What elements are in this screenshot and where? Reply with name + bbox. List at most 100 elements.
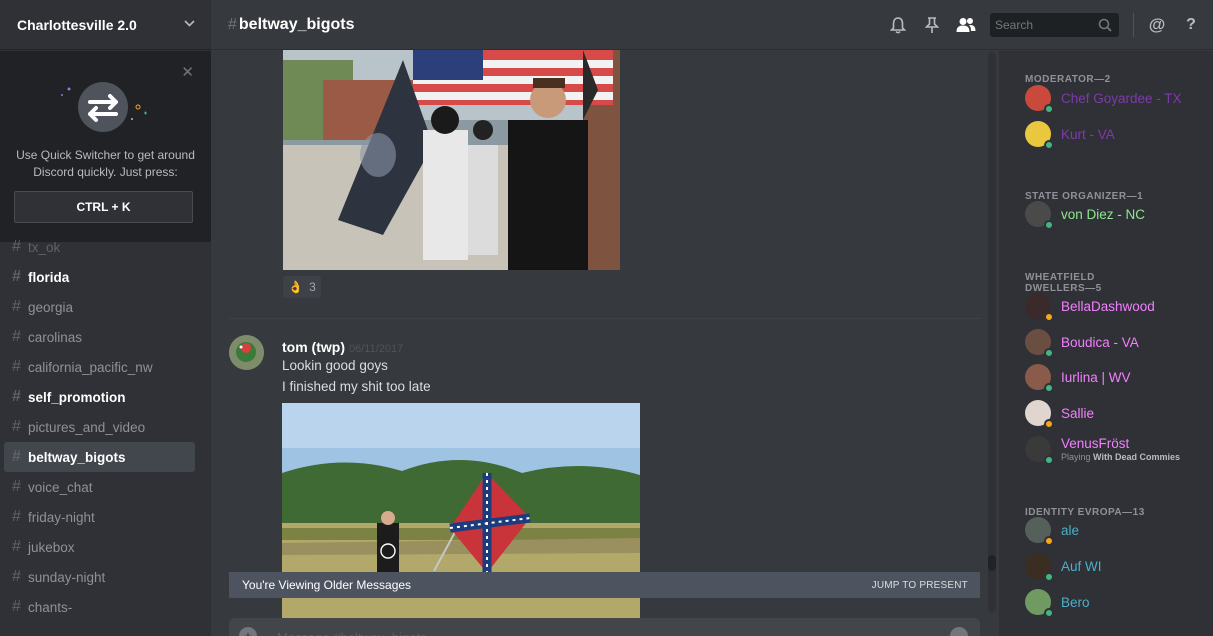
members-icon[interactable]	[956, 15, 976, 35]
member-name[interactable]: Boudica - VA	[1061, 335, 1139, 350]
member-name[interactable]: Sallie	[1061, 406, 1094, 421]
hash-icon: #	[12, 268, 21, 285]
channel-label: beltway_bigots	[28, 449, 126, 465]
member-item[interactable]: Sallie	[1025, 398, 1094, 429]
avatar[interactable]	[1025, 85, 1054, 114]
channel-item-voice-chat[interactable]: # voice_chat	[4, 472, 195, 502]
quick-switcher-tip: ✕ Use Quick Switcher to get around Disco…	[0, 51, 211, 242]
avatar[interactable]	[229, 335, 264, 370]
close-icon[interactable]: ✕	[181, 63, 194, 81]
member-name[interactable]: von Diez - NC	[1061, 207, 1145, 222]
message-input[interactable]	[277, 624, 927, 636]
member-item[interactable]: VenusFröst Playing With Dead Commies	[1025, 434, 1180, 465]
member-name[interactable]: Bero	[1061, 595, 1090, 610]
channel-item-georgia[interactable]: # georgia	[4, 292, 195, 322]
reaction-ok[interactable]: 👌 3	[283, 276, 321, 298]
help-icon[interactable]: ?	[1181, 15, 1201, 35]
channel-item-chants[interactable]: # chants-	[4, 592, 195, 622]
scrollbar-thumb[interactable]	[988, 555, 996, 571]
member-item[interactable]: Boudica - VA	[1025, 327, 1139, 358]
member-name[interactable]: Auf WI	[1061, 559, 1102, 574]
quick-switcher-text: Use Quick Switcher to get around Discord…	[16, 148, 195, 179]
hash-icon: #	[12, 538, 21, 555]
channel-label: georgia	[28, 299, 74, 315]
channel-item-jukebox[interactable]: # jukebox	[4, 532, 195, 562]
member-name[interactable]: VenusFröst	[1061, 436, 1180, 451]
avatar[interactable]	[1025, 293, 1054, 322]
channel-label: self_promotion	[28, 389, 126, 405]
channel-item-self-promotion[interactable]: # self_promotion	[4, 382, 195, 412]
server-header[interactable]: Charlottesville 2.0	[0, 0, 211, 50]
channel-item-pictures-and-video[interactable]: # pictures_and_video	[4, 412, 195, 442]
avatar[interactable]	[1025, 201, 1054, 230]
mentions-icon[interactable]: @	[1147, 15, 1167, 35]
channel-item-florida[interactable]: # florida	[4, 262, 195, 292]
server-name: Charlottesville 2.0	[17, 16, 137, 33]
scrollbar-track[interactable]	[988, 52, 996, 612]
avatar[interactable]	[1025, 329, 1054, 358]
online-status-icon	[1044, 455, 1054, 465]
channel-item-sunday-night[interactable]: # sunday-night	[4, 562, 195, 592]
upload-plus-icon[interactable]: +	[239, 627, 257, 636]
member-name[interactable]: Iurlina | WV	[1061, 370, 1131, 385]
member-item[interactable]: Kurt - VA	[1025, 119, 1115, 150]
channel-label: friday-night	[28, 509, 95, 525]
member-item[interactable]: Chef Goyardee - TX	[1025, 83, 1182, 114]
message-timestamp: 06/11/2017	[348, 343, 404, 355]
channel-item-friday-night[interactable]: # friday-night	[4, 502, 195, 532]
attached-photo-rally[interactable]	[283, 50, 620, 270]
channel-title-text: beltway_bigots	[238, 15, 355, 33]
channel-label: carolinas	[28, 329, 83, 345]
member-item[interactable]: Bero	[1025, 587, 1090, 618]
emoji-icon[interactable]	[950, 627, 968, 636]
header-divider	[1133, 13, 1134, 37]
search-box[interactable]	[990, 13, 1119, 37]
member-name[interactable]: Kurt - VA	[1061, 127, 1115, 142]
jump-to-present-button[interactable]: JUMP TO PRESENT	[872, 580, 968, 591]
channel-item-carolinas[interactable]: # carolinas	[4, 322, 195, 352]
member-item[interactable]: Iurlina | WV	[1025, 362, 1131, 393]
avatar[interactable]	[1025, 364, 1054, 393]
chevron-down-icon[interactable]	[184, 19, 195, 30]
avatar[interactable]	[1025, 121, 1054, 150]
hash-icon: #	[12, 388, 21, 405]
message-line-1: Lookin good goys	[282, 358, 388, 373]
channel-item-california-pacific-nw[interactable]: # california_pacific_nw	[4, 352, 195, 382]
member-name[interactable]: ale	[1061, 523, 1079, 538]
online-status-icon	[1044, 104, 1054, 114]
member-item[interactable]: ale	[1025, 515, 1079, 546]
member-list: MODERATOR—2 Chef Goyardee - TX Kurt - VA ST…	[999, 51, 1213, 636]
hash-icon: #	[12, 238, 21, 255]
member-name[interactable]: BellaDashwood	[1061, 299, 1155, 314]
channel-label: jukebox	[28, 539, 75, 555]
idle-status-icon	[1044, 536, 1054, 546]
hash-icon: #	[12, 568, 21, 585]
member-name[interactable]: Chef Goyardee - TX	[1061, 91, 1182, 106]
bell-icon[interactable]	[888, 15, 908, 35]
author-name[interactable]: tom (twp)	[282, 339, 345, 355]
online-status-icon	[1044, 140, 1054, 150]
avatar[interactable]	[1025, 553, 1054, 582]
avatar[interactable]	[1025, 517, 1054, 546]
idle-status-icon	[1044, 312, 1054, 322]
member-item[interactable]: BellaDashwood	[1025, 291, 1155, 322]
hash-icon: #	[12, 478, 21, 495]
pin-icon[interactable]	[922, 15, 942, 35]
avatar[interactable]	[1025, 436, 1054, 465]
message-divider	[229, 318, 980, 319]
member-item[interactable]: Auf WI	[1025, 551, 1102, 582]
hash-icon: #	[12, 328, 21, 345]
member-item[interactable]: von Diez - NC	[1025, 199, 1145, 230]
hash-icon: #	[12, 418, 21, 435]
avatar[interactable]	[1025, 400, 1054, 429]
message-list: 👌 3 tom (twp) 06/11/2017 Lookin good goys …	[229, 50, 980, 618]
swap-arrows-icon	[61, 82, 147, 132]
channel-item-beltway-bigots[interactable]: # beltway_bigots	[4, 442, 195, 472]
avatar[interactable]	[1025, 589, 1054, 618]
channel-item-tx-ok[interactable]: # tx_ok	[4, 232, 195, 262]
search-icon	[1098, 18, 1112, 32]
channel-label: pictures_and_video	[28, 419, 146, 435]
message-author[interactable]: tom (twp) 06/11/2017	[282, 339, 403, 355]
online-status-icon	[1044, 383, 1054, 393]
activity-game: With Dead Commies	[1093, 452, 1180, 462]
